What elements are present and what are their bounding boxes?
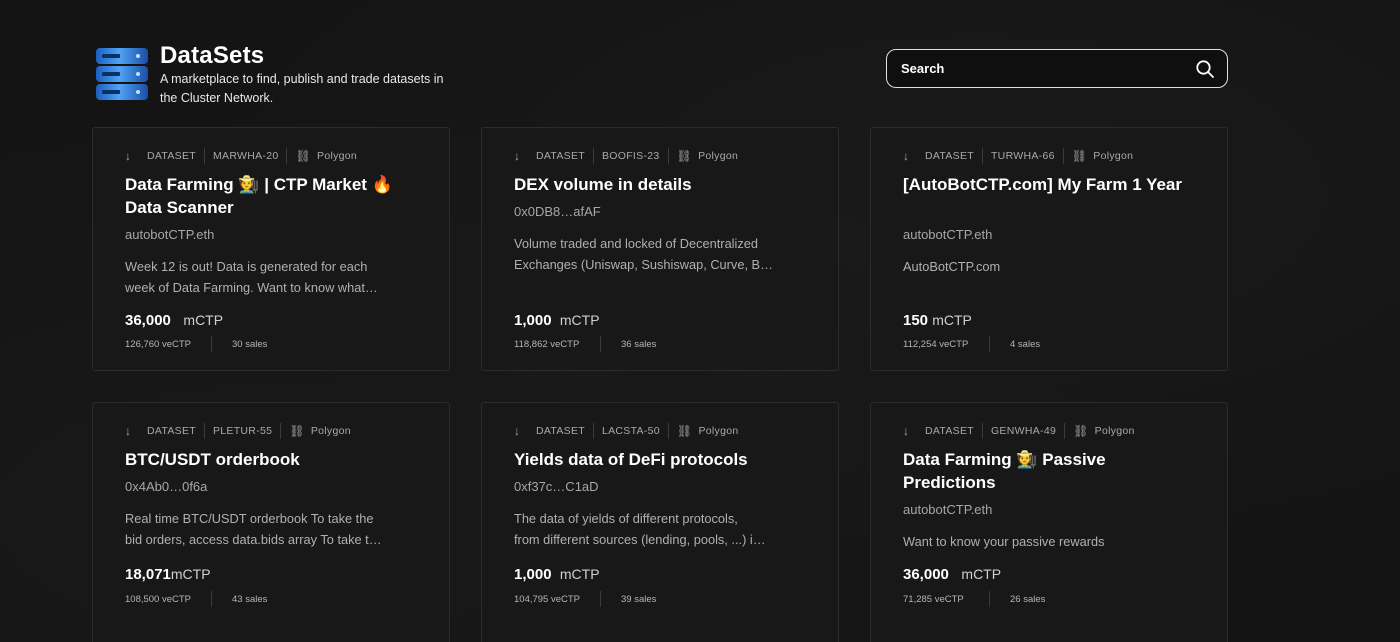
asset-symbol: TURWHA-66 xyxy=(990,150,1055,162)
page-header: DataSets A marketplace to find, publish … xyxy=(94,40,1230,110)
asset-type: DATASET xyxy=(147,425,196,437)
card-stats: 104,795 veCTP 39 sales xyxy=(514,591,656,607)
card-description: Want to know your passive rewards xyxy=(903,534,1105,549)
card-description: AutoBotCTP.com xyxy=(903,259,1001,274)
card-title[interactable]: BTC/USDT orderbook xyxy=(125,448,415,471)
card-meta: ↓ DATASET LACSTA-50 ⛓ Polygon xyxy=(514,423,739,439)
card-description: Real time BTC/USDT orderbook To take the… xyxy=(125,511,382,547)
sales-count: 26 sales xyxy=(1010,593,1046,605)
download-arrow-icon: ↓ xyxy=(903,149,910,163)
link-icon: ⛓ xyxy=(1071,149,1088,163)
card-description: Volume traded and locked of Decentralize… xyxy=(514,236,773,272)
link-icon: ⛓ xyxy=(295,149,312,163)
asset-type: DATASET xyxy=(147,150,196,162)
vectp-amount: 126,760 veCTP xyxy=(125,338,192,350)
card-owner: 0x0DB8…afAF xyxy=(514,204,601,219)
card-meta: ↓ DATASET BOOFIS-23 ⛓ Polygon xyxy=(514,148,738,164)
sales-count: 4 sales xyxy=(1010,338,1041,350)
card-owner: autobotCTP.eth xyxy=(125,227,215,242)
search-icon[interactable] xyxy=(1195,59,1215,79)
card-title[interactable]: Data Farming 🧑‍🌾 | CTP Market 🔥 Data Sca… xyxy=(125,173,415,219)
network-name: Polygon xyxy=(310,425,351,437)
card-description: The data of yields of different protocol… xyxy=(514,511,766,547)
card-description: Week 12 is out! Data is generated for ea… xyxy=(125,259,378,295)
sales-count: 36 sales xyxy=(621,338,657,350)
network-name: Polygon xyxy=(698,150,739,162)
card-price: 36,000 mCTP xyxy=(125,312,224,329)
card-title[interactable]: Yields data of DeFi protocols xyxy=(514,448,804,471)
card-stats: 118,862 veCTP 36 sales xyxy=(514,336,656,352)
card-price: 36,000 mCTP xyxy=(903,566,1002,583)
card-title[interactable]: Data Farming 🧑‍🌾 Passive Predictions xyxy=(903,448,1193,494)
card-meta: ↓ DATASET PLETUR-55 ⛓ Polygon xyxy=(125,423,351,439)
vectp-amount: 108,500 veCTP xyxy=(125,593,192,605)
page-title: DataSets xyxy=(160,42,265,69)
download-arrow-icon: ↓ xyxy=(125,424,132,438)
download-arrow-icon: ↓ xyxy=(514,149,521,163)
dataset-card[interactable]: ↓ DATASET GENWHA-49 ⛓ Polygon Data Farmi… xyxy=(870,402,1228,642)
page-subtitle: A marketplace to find, publish and trade… xyxy=(160,72,444,105)
asset-type: DATASET xyxy=(925,425,974,437)
card-stats: 108,500 veCTP 43 sales xyxy=(125,591,267,607)
card-meta: ↓ DATASET GENWHA-49 ⛓ Polygon xyxy=(903,423,1135,439)
card-stats: 112,254 veCTP 4 sales xyxy=(903,336,1040,352)
dataset-card[interactable]: ↓ DATASET BOOFIS-23 ⛓ Polygon DEX volume… xyxy=(481,127,839,371)
asset-symbol: MARWHA-20 xyxy=(212,150,279,162)
asset-type: DATASET xyxy=(925,150,974,162)
asset-type: DATASET xyxy=(536,425,585,437)
card-price: 1,000 mCTP xyxy=(514,566,600,583)
vectp-amount: 104,795 veCTP xyxy=(514,593,581,605)
card-title[interactable]: DEX volume in details xyxy=(514,173,804,196)
dataset-card[interactable]: ↓ DATASET MARWHA-20 ⛓ Polygon Data Farmi… xyxy=(92,127,450,371)
card-owner: autobotCTP.eth xyxy=(903,502,993,517)
network-name: Polygon xyxy=(317,150,358,162)
card-price: 1,000 mCTP xyxy=(514,312,600,329)
link-icon: ⛓ xyxy=(1073,424,1089,438)
asset-type: DATASET xyxy=(536,150,585,162)
dataset-card[interactable]: ↓ DATASET LACSTA-50 ⛓ Polygon Yields dat… xyxy=(481,402,839,642)
network-name: Polygon xyxy=(1093,150,1134,162)
card-price: 18,071mCTP xyxy=(125,566,211,583)
card-meta: ↓ DATASET TURWHA-66 ⛓ Polygon xyxy=(903,148,1133,164)
network-name: Polygon xyxy=(698,425,739,437)
vectp-amount: 118,862 veCTP xyxy=(514,338,580,350)
sales-count: 43 sales xyxy=(232,593,268,605)
asset-symbol: PLETUR-55 xyxy=(212,425,273,437)
dataset-card[interactable]: ↓ DATASET TURWHA-66 ⛓ Polygon [AutoBotCT… xyxy=(870,127,1228,371)
card-price: 150 mCTP xyxy=(903,312,972,329)
asset-symbol: GENWHA-49 xyxy=(990,425,1057,437)
database-icon xyxy=(96,48,148,100)
vectp-amount: 71,285 veCTP xyxy=(903,593,964,605)
link-icon: ⛓ xyxy=(676,424,693,438)
download-arrow-icon: ↓ xyxy=(125,149,132,163)
card-meta: ↓ DATASET MARWHA-20 ⛓ Polygon xyxy=(125,148,357,164)
vectp-amount: 112,254 veCTP xyxy=(903,338,969,350)
dataset-card[interactable]: ↓ DATASET PLETUR-55 ⛓ Polygon BTC/USDT o… xyxy=(92,402,450,642)
card-owner: 0xf37c…C1aD xyxy=(514,479,599,494)
asset-symbol: BOOFIS-23 xyxy=(601,150,660,162)
card-owner: 0x4Ab0…0f6a xyxy=(125,479,208,494)
network-name: Polygon xyxy=(1094,425,1135,437)
download-arrow-icon: ↓ xyxy=(514,424,521,438)
search-box[interactable] xyxy=(886,49,1228,88)
link-icon: ⛓ xyxy=(676,149,693,163)
card-stats: 71,285 veCTP 26 sales xyxy=(903,591,1045,607)
asset-symbol: LACSTA-50 xyxy=(601,425,660,437)
card-owner: autobotCTP.eth xyxy=(903,227,993,242)
card-stats: 126,760 veCTP 30 sales xyxy=(125,336,267,352)
sales-count: 30 sales xyxy=(232,338,268,350)
link-icon: ⛓ xyxy=(289,424,305,438)
card-title[interactable]: [AutoBotCTP.com] My Farm 1 Year xyxy=(903,173,1193,196)
sales-count: 39 sales xyxy=(621,593,657,605)
download-arrow-icon: ↓ xyxy=(903,424,910,438)
search-input[interactable] xyxy=(901,50,1181,87)
